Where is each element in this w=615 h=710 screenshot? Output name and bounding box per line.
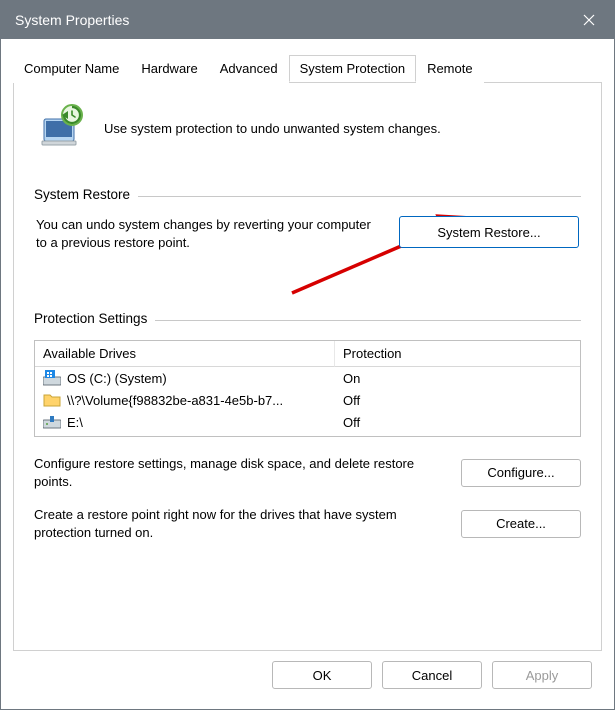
protection-settings-legend: Protection Settings [34,311,155,326]
system-restore-group: System Restore You can undo system chang… [34,187,581,257]
restore-point-icon [38,101,86,149]
system-restore-text: You can undo system changes by reverting… [36,216,379,251]
drive-protection: Off [343,415,360,430]
drive-name: \\?\Volume{f98832be-a831-4e5b-b7... [67,393,283,408]
system-restore-legend: System Restore [34,187,138,202]
create-text: Create a restore point right now for the… [34,506,443,541]
system-properties-window: System Properties Computer Name Hardware… [0,0,615,710]
configure-row: Configure restore settings, manage disk … [34,455,581,490]
drive-name: OS (C:) (System) [67,371,167,386]
titlebar[interactable]: System Properties [1,1,614,39]
system-restore-button[interactable]: System Restore... [399,216,579,248]
apply-button[interactable]: Apply [492,661,592,689]
intro-row: Use system protection to undo unwanted s… [34,101,581,149]
protection-settings-group: Protection Settings Available Drives Pro… [34,311,581,541]
close-icon [583,14,595,26]
tab-computer-name[interactable]: Computer Name [13,56,130,83]
table-row[interactable]: \\?\Volume{f98832be-a831-4e5b-b7... Off [35,389,580,411]
drive-protection: On [343,371,360,386]
window-title: System Properties [15,12,564,28]
drives-table: Available Drives Protection OS (C:) (Sys… [34,340,581,437]
tab-system-protection[interactable]: System Protection [289,55,417,82]
dialog-body: Computer Name Hardware Advanced System P… [1,39,614,709]
tab-panel-system-protection: Use system protection to undo unwanted s… [13,83,602,651]
tab-hardware[interactable]: Hardware [130,56,208,83]
configure-text: Configure restore settings, manage disk … [34,455,443,490]
configure-button[interactable]: Configure... [461,459,581,487]
ok-button[interactable]: OK [272,661,372,689]
close-button[interactable] [564,1,614,39]
table-row[interactable]: E:\ Off [35,411,580,436]
tab-remote[interactable]: Remote [416,56,484,83]
tab-advanced[interactable]: Advanced [209,56,289,83]
drive-protection: Off [343,393,360,408]
disk-os-icon [43,370,61,386]
dialog-footer: OK Cancel Apply [11,651,604,701]
disk-ext-icon [43,414,61,430]
cancel-button[interactable]: Cancel [382,661,482,689]
table-row[interactable]: OS (C:) (System) On [35,367,580,389]
intro-text: Use system protection to undo unwanted s… [104,115,581,136]
tab-strip: Computer Name Hardware Advanced System P… [13,55,602,83]
drives-header: Available Drives Protection [35,341,580,367]
create-row: Create a restore point right now for the… [34,506,581,541]
folder-icon [43,392,61,408]
drive-name: E:\ [67,415,83,430]
col-available-drives[interactable]: Available Drives [35,341,335,367]
create-button[interactable]: Create... [461,510,581,538]
col-protection[interactable]: Protection [335,341,580,367]
